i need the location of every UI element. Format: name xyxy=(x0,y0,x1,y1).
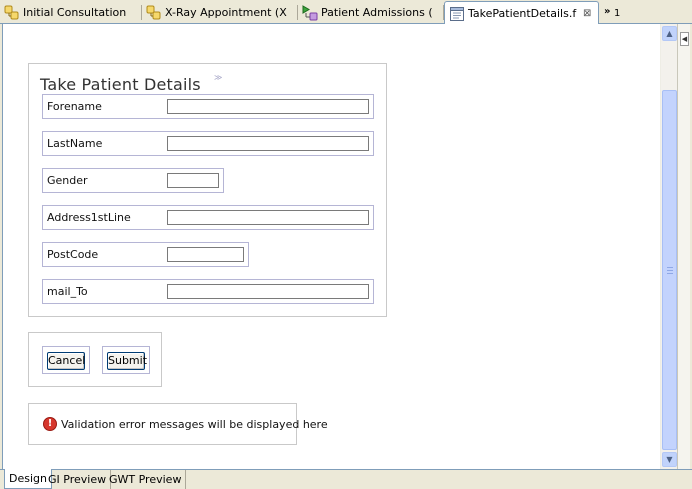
submit-button-slot[interactable]: Submit xyxy=(102,346,150,374)
field-label: Gender xyxy=(47,174,88,187)
form-title: Take Patient Details xyxy=(40,75,201,94)
tab-label: X-Ray Appointment (X xyxy=(165,6,287,19)
close-icon[interactable]: ⊠ xyxy=(582,8,592,19)
cancel-button[interactable]: Cancel xyxy=(47,352,85,370)
forename-input[interactable] xyxy=(167,99,369,114)
workflow-icon xyxy=(146,5,162,21)
button-panel[interactable]: Cancel Submit xyxy=(28,332,162,387)
form-file-icon xyxy=(449,6,465,22)
mail-to-input[interactable] xyxy=(167,284,369,299)
bottom-tab-bar: Design GI Preview GWT Preview xyxy=(0,469,692,489)
validation-message: Validation error messages will be displa… xyxy=(61,418,328,431)
tab-patient-admissions[interactable]: Patient Admissions ( xyxy=(298,2,444,23)
tab-overflow-chevron-icon[interactable]: » xyxy=(604,6,610,17)
show-palette-icon[interactable]: ◀ xyxy=(680,32,689,46)
collapse-chevron-icon[interactable]: ≫ xyxy=(214,73,222,82)
tab-overflow-count[interactable]: 1 xyxy=(614,8,620,19)
editor-tab-bar: Initial Consultation X-Ray Appointment (… xyxy=(0,0,692,25)
validation-panel[interactable]: ! Validation error messages will be disp… xyxy=(28,403,328,445)
tab-label: TakePatientDetails.f xyxy=(468,7,577,20)
field-gender[interactable]: Gender xyxy=(42,168,224,193)
error-icon: ! xyxy=(43,417,57,431)
field-label: mail_To xyxy=(47,285,88,298)
tab-xray-appointment[interactable]: X-Ray Appointment (X xyxy=(142,2,298,23)
field-address1stline[interactable]: Address1stLine xyxy=(42,205,374,230)
tab-gwt-preview[interactable]: GWT Preview xyxy=(105,470,187,489)
process-flow-icon xyxy=(302,4,318,21)
postcode-input[interactable] xyxy=(167,247,244,262)
field-label: Address1stLine xyxy=(47,211,131,224)
tab-label: Initial Consultation xyxy=(23,6,127,19)
scroll-down-icon[interactable]: ▼ xyxy=(662,452,677,467)
field-label: LastName xyxy=(47,137,103,150)
field-lastname[interactable]: LastName xyxy=(42,131,374,156)
field-label: PostCode xyxy=(47,248,99,261)
gender-input[interactable] xyxy=(167,173,219,188)
submit-button[interactable]: Submit xyxy=(107,352,147,370)
scroll-up-icon[interactable]: ▲ xyxy=(662,26,677,41)
tab-gi-preview[interactable]: GI Preview xyxy=(44,470,112,489)
tab-label: Patient Admissions ( xyxy=(321,6,433,19)
field-forename[interactable]: Forename xyxy=(42,94,374,119)
cancel-button-slot[interactable]: Cancel xyxy=(42,346,90,374)
vertical-scrollbar[interactable]: ▲ ▼ xyxy=(660,24,677,469)
tab-initial-consultation[interactable]: Initial Consultation xyxy=(0,2,142,23)
lastname-input[interactable] xyxy=(167,136,369,151)
grip-icon xyxy=(667,267,673,274)
field-mail-to[interactable]: mail_To xyxy=(42,279,374,304)
field-postcode[interactable]: PostCode xyxy=(42,242,249,267)
scroll-thumb[interactable] xyxy=(662,90,677,450)
address-input[interactable] xyxy=(167,210,369,225)
workflow-icon xyxy=(4,5,20,21)
tab-take-patient-details[interactable]: TakePatientDetails.f ⊠ xyxy=(444,1,599,25)
palette-side-strip: ◀ xyxy=(677,24,690,469)
field-label: Forename xyxy=(47,100,102,113)
